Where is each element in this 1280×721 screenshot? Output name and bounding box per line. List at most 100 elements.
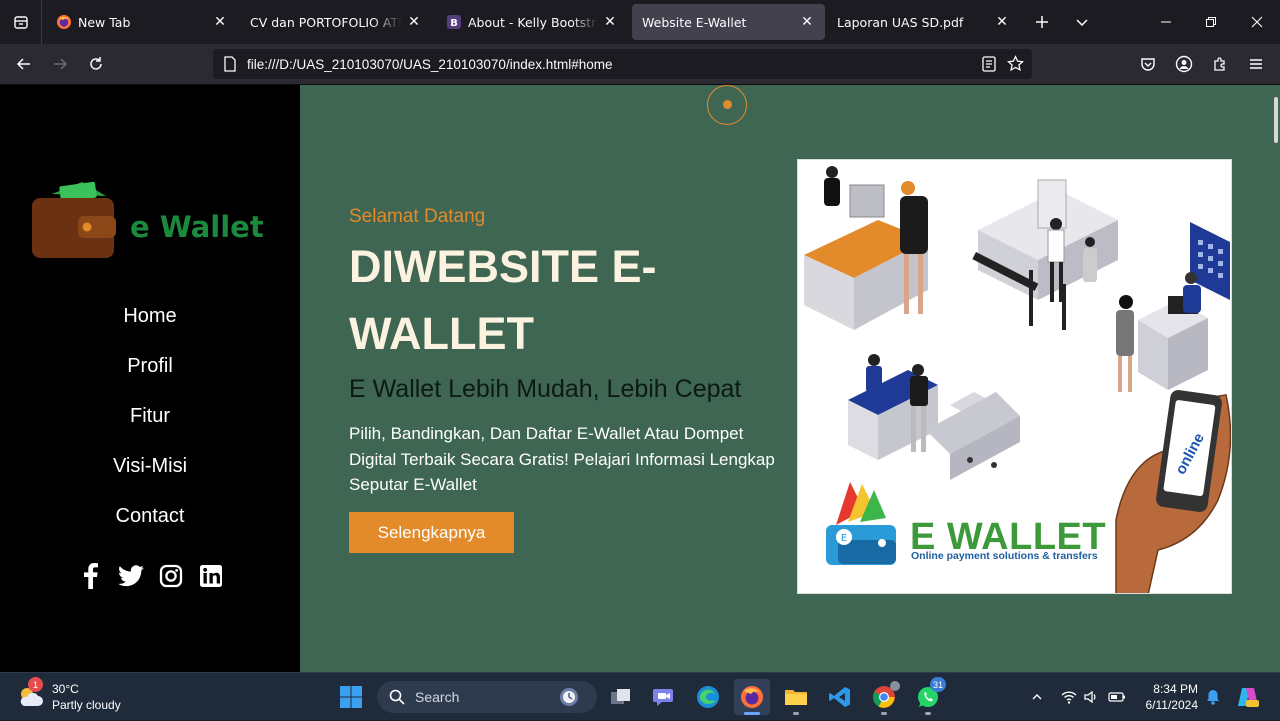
start-button[interactable] (333, 679, 369, 715)
volume-icon[interactable] (1080, 673, 1102, 721)
instagram-icon[interactable] (158, 563, 184, 589)
close-window-button[interactable] (1237, 0, 1277, 44)
loading-spinner (707, 85, 747, 125)
wifi-icon[interactable] (1058, 673, 1080, 721)
linkedin-icon[interactable] (198, 563, 224, 589)
reload-button[interactable] (80, 48, 112, 80)
logo-text: e Wallet (130, 210, 264, 244)
close-tab-icon[interactable]: ✕ (212, 14, 228, 30)
taskbar-search[interactable]: Search (377, 681, 597, 713)
close-tab-icon[interactable]: ✕ (602, 14, 618, 30)
nav-link-visi-misi[interactable]: Visi-Misi (0, 451, 300, 501)
new-tab-button[interactable] (1022, 0, 1062, 44)
copilot-button[interactable] (1234, 673, 1262, 721)
extensions-button[interactable] (1204, 48, 1236, 80)
tab-kelly-bootstrap[interactable]: B About - Kelly Bootstrap Tem ✕ (436, 4, 628, 40)
copilot-icon (1238, 688, 1259, 707)
teams-chat-button[interactable] (646, 679, 682, 715)
restore-button[interactable] (1191, 0, 1231, 44)
wallet-icon (32, 181, 116, 258)
tab-title: Website E-Wallet (642, 14, 747, 30)
tab-overview-icon (13, 16, 28, 29)
battery-icon[interactable] (1104, 673, 1130, 721)
chat-icon (653, 689, 673, 706)
account-button[interactable] (1168, 48, 1200, 80)
vscode-button[interactable] (822, 679, 858, 715)
firefox-taskbar-button[interactable] (734, 679, 770, 715)
tab-overview-button[interactable] (0, 0, 42, 44)
running-indicator (881, 712, 887, 715)
close-tab-icon[interactable]: ✕ (799, 14, 815, 30)
close-tab-icon[interactable]: ✕ (994, 14, 1010, 30)
illustration-brand-subtitle: Online payment solutions & transfers (911, 550, 1098, 562)
tab-title: About - Kelly Bootstrap Tem (468, 14, 598, 30)
app-menu-button[interactable] (1240, 48, 1272, 80)
search-placeholder: Search (415, 689, 460, 705)
weather-temp: 30°C (52, 682, 79, 696)
tab-title: Laporan UAS SD.pdf (837, 14, 964, 30)
page-icon (223, 56, 239, 72)
nav-link-fitur[interactable]: Fitur (0, 401, 300, 451)
whatsapp-button[interactable]: 31 (910, 677, 947, 715)
forward-button[interactable] (44, 48, 76, 80)
account-icon (1175, 55, 1193, 73)
back-button[interactable] (8, 48, 40, 80)
system-clock[interactable]: 8:34 PM 6/11/2024 (1136, 681, 1199, 713)
svg-text:E: E (841, 533, 847, 544)
page-scrollbar[interactable] (1274, 97, 1278, 143)
close-icon (1251, 16, 1263, 28)
ewallet-logo[interactable]: e Wallet (30, 180, 270, 260)
svg-text:B: B (450, 18, 458, 29)
weather-widget[interactable]: 1 30°C Partly cloudy (16, 677, 121, 715)
firefox-icon (741, 686, 763, 708)
vscode-icon (829, 687, 850, 707)
partly-cloudy-icon: 1 (16, 677, 44, 711)
address-bar[interactable]: file:///D:/UAS_210103070/UAS_210103070/i… (213, 49, 1032, 79)
windows-taskbar: 1 30°C Partly cloudy Search 31 8:34 PM 6… (0, 672, 1280, 720)
hero-description: Pilih, Bandingkan, Dan Daftar E-Wallet A… (349, 424, 775, 494)
nav-link-profil[interactable]: Profil (0, 351, 300, 401)
tab-cv-portofolio[interactable]: CV dan PORTOFOLIO ATIK SUM ✕ (240, 4, 432, 40)
profile-badge (890, 681, 900, 691)
url-text[interactable]: file:///D:/UAS_210103070/UAS_210103070/i… (247, 57, 613, 72)
restore-icon (1206, 17, 1216, 27)
minimize-button[interactable] (1146, 0, 1186, 44)
social-links (78, 563, 224, 589)
running-indicator (793, 712, 799, 715)
notifications-button[interactable] (1202, 673, 1224, 721)
active-indicator (744, 712, 760, 715)
search-highlight-icon (557, 686, 581, 712)
tab-new-tab[interactable]: New Tab ✕ (46, 4, 238, 40)
pocket-icon (1141, 58, 1155, 71)
puzzle-icon (1214, 57, 1225, 71)
chevron-up-icon (1032, 694, 1042, 700)
close-tab-icon[interactable]: ✕ (406, 14, 422, 30)
list-all-tabs-button[interactable] (1062, 0, 1102, 44)
selengkapnya-button[interactable]: Selengkapnya (349, 512, 514, 553)
edge-button[interactable] (690, 679, 726, 715)
hero-section: Selamat Datang DIWEBSITE E-WALLET E Wall… (300, 85, 1280, 672)
weather-badge: 1 (28, 677, 43, 692)
bookmark-star-icon[interactable] (1007, 55, 1024, 76)
plus-icon (1036, 16, 1048, 28)
show-hidden-icons-button[interactable] (1026, 673, 1048, 721)
nav-link-home[interactable]: Home (0, 301, 300, 351)
sidebar-menu: Home Profil Fitur Visi-Misi Contact (0, 301, 300, 551)
tab-website-ewallet[interactable]: Website E-Wallet ✕ (632, 4, 825, 40)
tab-laporan-pdf[interactable]: Laporan UAS SD.pdf ✕ (827, 4, 1020, 40)
tab-title: New Tab (78, 14, 131, 30)
clock-date: 6/11/2024 (1145, 698, 1199, 712)
nav-link-contact[interactable]: Contact (0, 501, 300, 551)
reload-icon (90, 57, 102, 70)
reader-view-icon[interactable] (982, 56, 996, 76)
file-explorer-button[interactable] (778, 679, 814, 715)
firefox-icon (56, 14, 72, 30)
twitter-icon[interactable] (118, 563, 144, 589)
facebook-icon[interactable] (78, 563, 104, 589)
task-view-button[interactable] (603, 679, 639, 715)
chrome-button[interactable] (866, 679, 902, 715)
pocket-button[interactable] (1132, 48, 1164, 80)
hero-title: DIWEBSITE E-WALLET (349, 241, 657, 359)
hero-tagline: E Wallet Lebih Mudah, Lebih Cepat (349, 375, 742, 403)
search-icon (389, 689, 405, 705)
